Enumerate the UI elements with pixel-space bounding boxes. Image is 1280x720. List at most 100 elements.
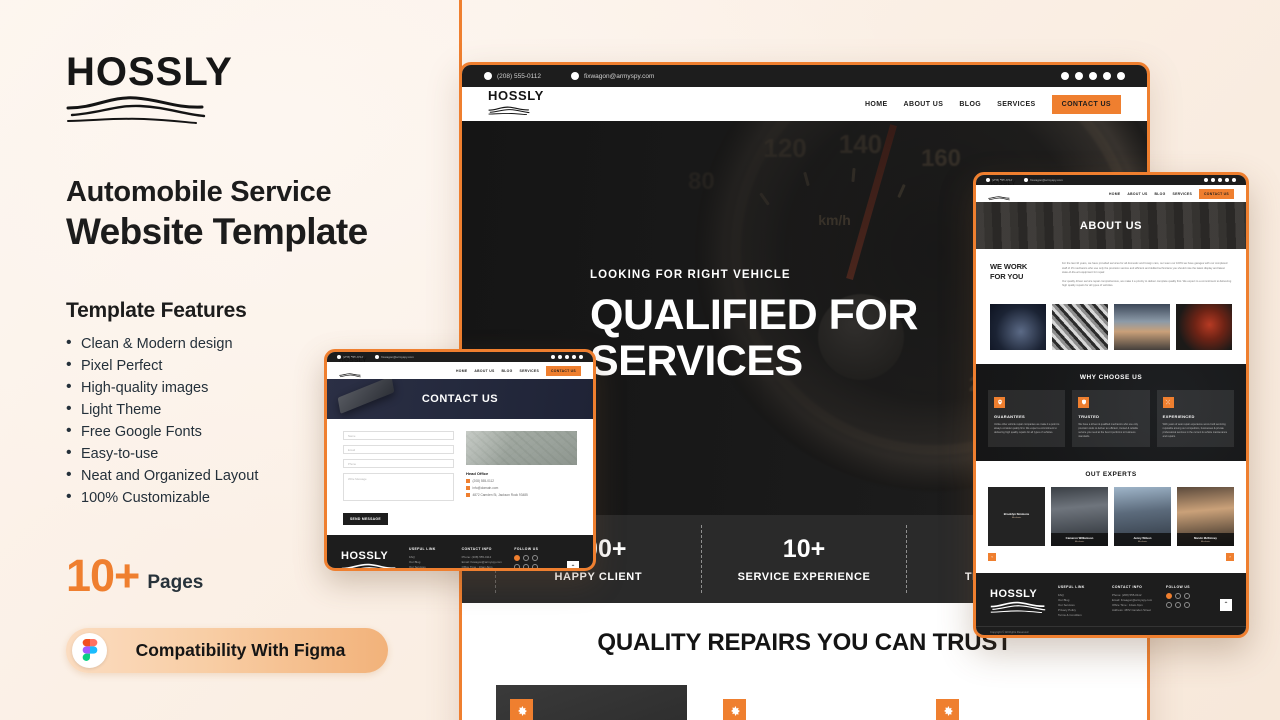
topbar-social-links[interactable] (1055, 72, 1125, 80)
expert-card[interactable]: Jenny Wilson Mechanic (1114, 486, 1171, 546)
spark-plug-photo[interactable] (990, 303, 1046, 350)
linkedin-icon[interactable] (1166, 601, 1172, 608)
topbar-email[interactable]: fixwagon@armyspy.com (570, 72, 654, 80)
contact-body: Name Email Phone Write Message SEND MESS… (327, 419, 593, 525)
instagram-icon[interactable] (1175, 601, 1181, 608)
nav-link-services[interactable]: SERVICES (1173, 192, 1193, 196)
linkedin-icon[interactable] (1103, 72, 1111, 80)
service-card[interactable]: BELTS AND HOSES The air conditioning sys… (709, 685, 900, 720)
nav-link-blog[interactable]: BLOG (959, 101, 981, 108)
facebook-icon[interactable] (1204, 178, 1208, 182)
nav-link-about-us[interactable]: ABOUT US (474, 369, 494, 373)
youtube-icon[interactable] (532, 555, 539, 561)
facebook-icon[interactable] (1061, 72, 1069, 80)
footer-link[interactable]: Terms & Condition (1058, 613, 1106, 618)
experts-prev-button[interactable]: ‹ (988, 552, 996, 561)
facebook-icon[interactable] (514, 555, 521, 561)
youtube-icon[interactable] (565, 355, 569, 359)
nav-link-home[interactable]: HOME (1109, 192, 1120, 196)
why-card[interactable]: TRUSTED We have a driven & qualified mec… (1072, 389, 1150, 447)
gear-icon (723, 699, 746, 720)
navbar-logo[interactable]: HOSSLY (488, 89, 544, 120)
footer-useful-links: USEFUL LINK FAQ Our Blog Our Services Pr… (1052, 585, 1106, 618)
pinterest-icon[interactable] (532, 564, 539, 568)
hero-copy: LOOKING FOR RIGHT VEHICLE QUALIFIED FOR … (590, 269, 918, 384)
contact-page-title: CONTACT US (421, 393, 499, 405)
topbar-email[interactable]: fixwagon@armyspy.com (1024, 178, 1063, 182)
service-card[interactable]: ENGINE REPAIR & DIAGNOSTICS The air cond… (922, 685, 1113, 720)
nav-contact-us-button[interactable]: CONTACT US (1199, 188, 1234, 199)
twitter-icon[interactable] (523, 555, 530, 561)
back-to-top-button[interactable]: ⌃ (1220, 598, 1232, 611)
map-image[interactable] (466, 431, 577, 465)
facebook-icon[interactable] (551, 355, 555, 359)
nav-link-services[interactable]: SERVICES (997, 101, 1035, 108)
linkedin-icon[interactable] (1225, 178, 1229, 182)
topbar-phone[interactable]: (208) 555-0112 (484, 72, 541, 80)
message-field[interactable]: Write Message (343, 473, 454, 501)
why-choose-us-title: WHY CHOOSE US (1079, 373, 1143, 381)
linkedin-icon[interactable] (572, 355, 576, 359)
footer-social-links[interactable] (514, 555, 561, 568)
head-office-line: info@domain.com (466, 486, 577, 490)
topbar-social-links[interactable] (548, 355, 583, 359)
instagram-icon[interactable] (523, 564, 530, 568)
about-page-banner: ABOUT US (976, 202, 1246, 249)
phone-field[interactable]: Phone (343, 459, 454, 468)
figma-badge-label: Compatibility With Figma (135, 639, 346, 660)
topbar-email[interactable]: fixwagon@armyspy.com (375, 355, 414, 359)
youtube-icon[interactable] (1218, 178, 1222, 182)
about-thumbnail-gallery (990, 303, 1232, 350)
twitter-icon[interactable] (1075, 72, 1083, 80)
nav-link-blog[interactable]: BLOG (1155, 192, 1166, 196)
footer-contact-heading: CONTACT INFO (1112, 584, 1143, 589)
send-message-button[interactable]: SEND MESSAGE (343, 513, 388, 525)
we-work-paragraph: For the last 10 years, we have provided … (1062, 262, 1228, 275)
navbar-logo-text: HOSSLY (988, 180, 1016, 188)
nav-link-about-us[interactable]: ABOUT US (1127, 192, 1147, 196)
pinterest-icon[interactable] (1184, 601, 1190, 608)
our-experts-section: OUT EXPERTS Brooklyn Simmons Mechanic Ca… (976, 460, 1246, 573)
bolts-photo[interactable] (1052, 303, 1108, 350)
twitter-icon[interactable] (1175, 592, 1181, 599)
footer-contact-heading: CONTACT INFO (461, 547, 492, 551)
nav-link-blog[interactable]: BLOG (502, 369, 513, 373)
expert-card[interactable]: Brooklyn Simmons Mechanic (988, 486, 1045, 546)
youtube-icon[interactable] (1184, 592, 1190, 599)
expert-card[interactable]: Marvin McKinney Mechanic (1177, 486, 1234, 546)
why-card[interactable]: EXPERIENCED With years of auto repair ex… (1156, 389, 1234, 447)
nav-link-home[interactable]: HOME (865, 101, 888, 108)
experts-next-button[interactable]: › (1226, 552, 1234, 561)
back-to-top-button[interactable]: ⌃ (567, 561, 580, 568)
nav-link-home[interactable]: HOME (456, 369, 467, 373)
nav-contact-us-button[interactable]: CONTACT US (1051, 94, 1121, 114)
name-field[interactable]: Name (343, 431, 454, 440)
footer-link[interactable]: Our Services (409, 565, 456, 568)
facebook-icon[interactable] (1166, 592, 1172, 599)
footer-logo: HOSSLY (341, 547, 403, 568)
youtube-icon[interactable] (1089, 72, 1097, 80)
footer-contact-line: Office Time : 10am-6pm (461, 565, 493, 569)
instagram-icon[interactable] (579, 355, 583, 359)
expert-card[interactable]: Cameron Williamson Mechanic (1051, 486, 1108, 546)
linkedin-icon[interactable] (514, 564, 521, 568)
stat-item: 10+ SERVICE EXPERIENCE (700, 525, 908, 593)
side-mirror-photo[interactable] (1114, 303, 1170, 350)
instagram-icon[interactable] (1232, 178, 1236, 182)
nav-link-about-us[interactable]: ABOUT US (904, 101, 944, 108)
nav-link-services[interactable]: SERVICES (520, 369, 540, 373)
why-card[interactable]: GUARANTEES Unlike other vehicle repair c… (988, 389, 1066, 447)
twitter-icon[interactable] (558, 355, 562, 359)
footer-social-links[interactable] (1166, 592, 1214, 608)
service-card[interactable]: AIR CONDITIONING REPAIR The air conditio… (496, 685, 687, 720)
instagram-icon[interactable] (1117, 72, 1125, 80)
footer-follow-us: FOLLOW US (1160, 585, 1214, 608)
car-swoosh-icon (488, 106, 530, 115)
nav-contact-us-button[interactable]: CONTACT US (546, 365, 581, 376)
topbar-social-links[interactable] (1201, 178, 1236, 182)
email-field[interactable]: Email (343, 445, 454, 454)
phone-icon (337, 355, 341, 359)
twitter-icon[interactable] (1211, 178, 1215, 182)
footer-link[interactable]: Privacy Policy (409, 570, 456, 571)
air-filter-photo[interactable] (1176, 303, 1232, 350)
